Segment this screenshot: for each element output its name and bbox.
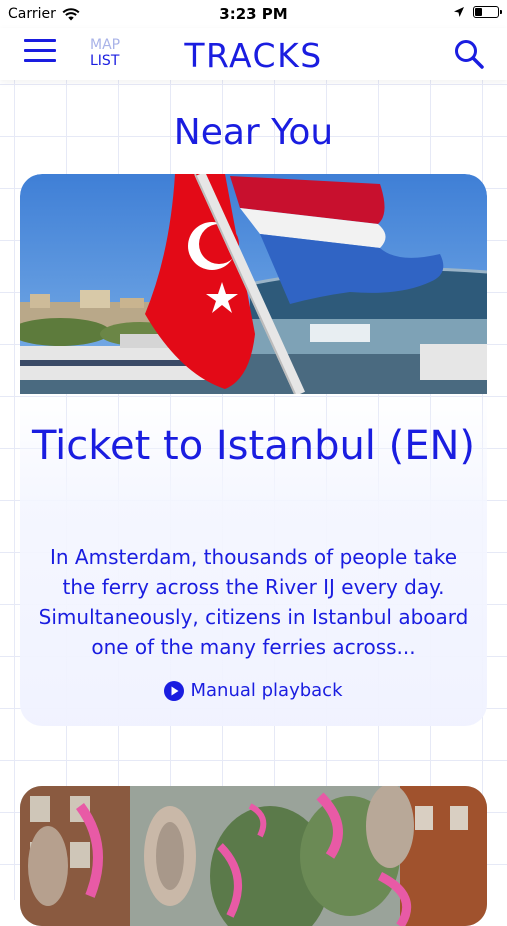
battery-icon [473, 6, 502, 18]
status-bar: Carrier 3:23 PM [0, 0, 507, 28]
app-title: TRACKS [184, 36, 323, 75]
next-track-cover-image[interactable] [20, 786, 487, 926]
track-description: In Amsterdam, thousands of people take t… [38, 545, 469, 659]
manual-playback-label[interactable]: Manual playback [190, 680, 342, 701]
track-title[interactable]: Ticket to Istanbul (EN) [20, 418, 487, 474]
manual-playback-button[interactable]: Manual playback [20, 680, 487, 701]
status-time: 3:23 PM [219, 5, 288, 23]
play-circle-icon [164, 680, 185, 701]
track-card[interactable]: Ticket to Istanbul (EN) In Amsterdam, th… [20, 174, 487, 726]
battery-fill [475, 8, 482, 16]
search-icon[interactable] [453, 38, 485, 70]
section-title: Near You [173, 112, 334, 153]
nav-bar: MAP LIST TRACKS [0, 28, 507, 80]
track-cover-image [20, 174, 487, 394]
status-right-group [453, 6, 502, 18]
location-arrow-icon [454, 7, 464, 17]
